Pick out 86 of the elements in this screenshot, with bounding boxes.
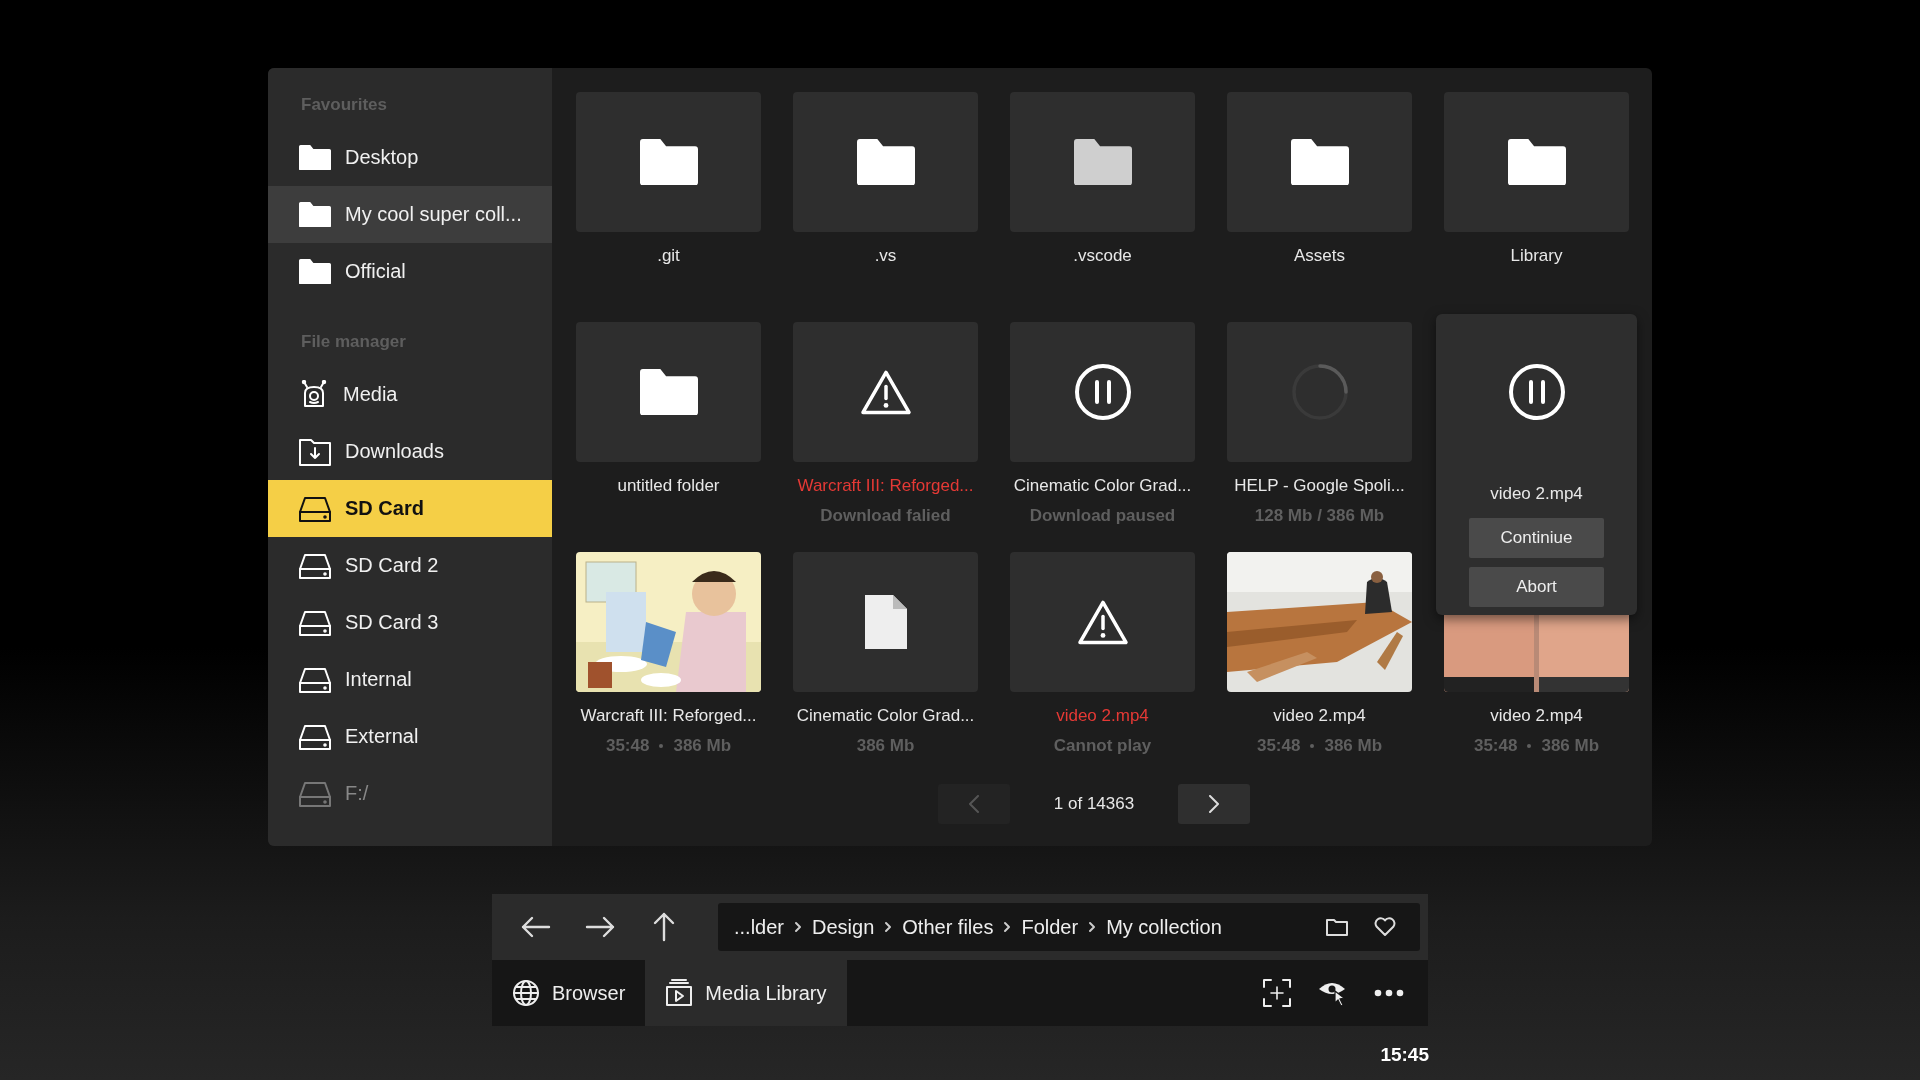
file-tile[interactable] (1010, 92, 1195, 232)
file-status: Download falied (820, 506, 951, 526)
file-tile[interactable] (1010, 322, 1195, 462)
file-tile[interactable] (576, 322, 761, 462)
tab[interactable]: Browser (492, 960, 646, 1026)
more-icon (1374, 989, 1404, 997)
file-tile[interactable] (793, 92, 978, 232)
file-tile[interactable] (793, 552, 978, 692)
file-name: Library (1510, 246, 1563, 266)
file-name: HELP - Google Spoli... (1234, 476, 1405, 496)
breadcrumb-item[interactable]: ...lder (734, 915, 785, 939)
drive-icon (299, 723, 331, 750)
globe-icon (512, 979, 540, 1007)
sidebar-item[interactable]: External (268, 708, 552, 765)
file-name: .git (657, 246, 680, 266)
page-indicator: 1 of 14363 (1053, 794, 1135, 814)
media-library-icon (665, 979, 694, 1007)
file-detail: 386 Mb (1541, 736, 1600, 756)
file-detail: 386 Mb (856, 736, 915, 756)
file-detail: 35:48 (605, 736, 650, 756)
heart-icon (1374, 917, 1396, 937)
robot-icon (299, 379, 329, 410)
path-field[interactable]: ...lder Design Other files Folder My collection (718, 903, 1420, 951)
sidebar-item[interactable]: Official (268, 243, 552, 300)
drive-icon (299, 780, 331, 807)
folder-icon (299, 258, 331, 285)
file-name: .vs (874, 246, 897, 266)
file-detail: 35:48 (1473, 736, 1518, 756)
document-icon (864, 595, 907, 649)
file-name: video 2.mp4 (1490, 484, 1583, 504)
file-name: video 2.mp4 (1273, 706, 1366, 726)
file-detail: 35:48 (1256, 736, 1301, 756)
sidebar-item[interactable]: SD Card (268, 480, 552, 537)
file-tile[interactable] (576, 92, 761, 232)
file-name: Cinematic Color Grad... (796, 706, 975, 726)
sidebar-item[interactable]: Desktop (268, 129, 552, 186)
loading-spinner-icon (1290, 363, 1349, 421)
breadcrumb-item[interactable]: Other files (902, 915, 994, 939)
file-detail: 386 Mb (673, 736, 732, 756)
file-tile[interactable] (1444, 92, 1629, 232)
file-name: .vscode (1073, 246, 1132, 266)
file-status: Cannot play (1053, 736, 1152, 756)
file-tile[interactable] (793, 322, 978, 462)
action-button[interactable]: Abort (1469, 567, 1604, 607)
file-tile[interactable] (1227, 92, 1412, 232)
folder-icon (299, 144, 331, 171)
chevron-right-icon (884, 921, 893, 933)
focus-frame-icon (1262, 978, 1292, 1008)
chevron-right-icon (1208, 795, 1221, 813)
drive-icon (299, 495, 331, 522)
sidebar-item[interactable]: Media (268, 366, 552, 423)
sidebar-item[interactable]: Internal (268, 651, 552, 708)
warning-icon (1076, 598, 1129, 646)
breadcrumb-item[interactable]: Folder (1021, 915, 1079, 939)
sidebar-item[interactable]: My cool super coll... (268, 186, 552, 243)
drive-icon (299, 552, 331, 579)
sidebar-item[interactable]: SD Card 3 (268, 594, 552, 651)
file-status: Download paused (1029, 506, 1176, 526)
folder-icon (299, 201, 331, 228)
download-folder-icon (299, 437, 331, 466)
chevron-right-icon (1003, 921, 1012, 933)
sidebar-item[interactable]: SD Card 2 (268, 537, 552, 594)
file-detail: 386 Mb (1324, 736, 1383, 756)
file-tile[interactable] (1227, 322, 1412, 462)
file-name: Assets (1294, 246, 1345, 266)
drive-icon (299, 609, 331, 636)
drive-icon (299, 666, 331, 693)
file-name: video 2.mp4 (1490, 706, 1583, 726)
chevron-right-icon (794, 921, 803, 933)
file-name: video 2.mp4 (1056, 706, 1149, 726)
clock: 15:45 (1380, 1044, 1429, 1066)
sidebar-item[interactable]: Downloads (268, 423, 552, 480)
breadcrumb-item[interactable]: Design (812, 915, 875, 939)
file-status: 128 Mb / 386 Mb (1254, 506, 1385, 526)
file-name: untitled folder (617, 476, 720, 496)
chevron-left-icon (967, 795, 980, 813)
file-name: Warcraft III: Reforged... (580, 706, 757, 726)
chevron-right-icon (1088, 921, 1097, 933)
pause-icon (1073, 363, 1132, 421)
action-button[interactable]: Continiue (1469, 518, 1604, 558)
warning-icon (859, 368, 912, 416)
file-name: Cinematic Color Grad... (1013, 476, 1192, 496)
file-name: Warcraft III: Reforged... (797, 476, 974, 496)
breadcrumb-item[interactable]: My collection (1106, 915, 1222, 939)
folder-icon (1326, 918, 1348, 936)
file-tile[interactable] (1010, 552, 1195, 692)
